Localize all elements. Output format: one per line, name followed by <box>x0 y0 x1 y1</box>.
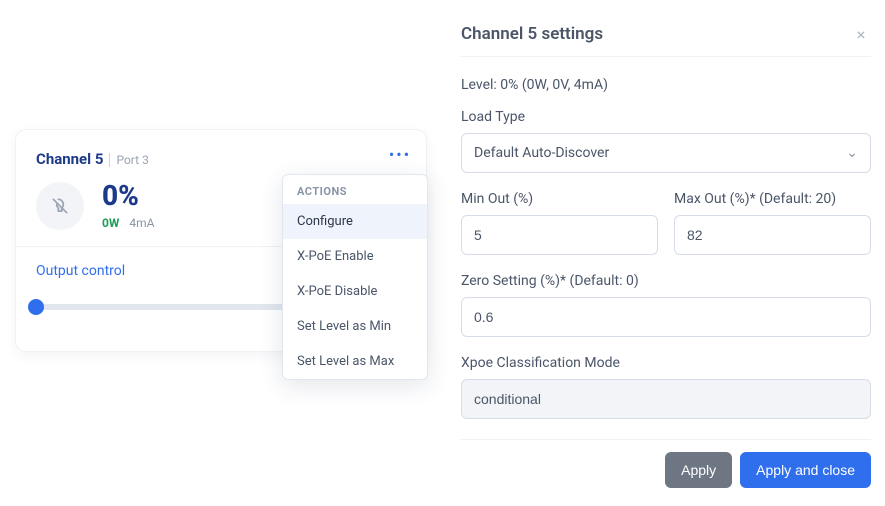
channel-current: 4mA <box>129 216 154 230</box>
settings-panel: Channel 5 settings × Level: 0% (0W, 0V, … <box>461 24 871 488</box>
channel-percent: 0% <box>102 182 155 210</box>
action-configure[interactable]: Configure <box>283 204 427 239</box>
slider-thumb-icon[interactable] <box>28 299 44 315</box>
zero-setting-input[interactable] <box>461 297 871 337</box>
load-type-value: Default Auto-Discover <box>474 145 609 161</box>
xpoe-mode-label: Xpoe Classification Mode <box>461 355 871 371</box>
action-set-level-min[interactable]: Set Level as Min <box>283 309 427 344</box>
min-out-label: Min Out (%) <box>461 191 658 207</box>
more-actions-button[interactable]: ••• <box>388 144 412 168</box>
max-out-label: Max Out (%)* (Default: 20) <box>674 191 871 207</box>
actions-menu: ACTIONS Configure X-PoE Enable X-PoE Dis… <box>282 174 428 380</box>
load-type-select[interactable]: Default Auto-Discover ⌄ <box>461 133 871 173</box>
panel-footer: Apply Apply and close <box>461 439 871 488</box>
channel-power: 0W <box>102 216 119 230</box>
load-type-label: Load Type <box>461 109 871 125</box>
apply-close-button[interactable]: Apply and close <box>740 452 871 488</box>
action-set-level-max[interactable]: Set Level as Max <box>283 344 427 379</box>
action-xpoe-disable[interactable]: X-PoE Disable <box>283 274 427 309</box>
actions-menu-heading: ACTIONS <box>283 175 427 204</box>
channel-title: Channel 5 <box>36 150 103 168</box>
action-xpoe-enable[interactable]: X-PoE Enable <box>283 239 427 274</box>
card-header: Channel 5 Port 3 <box>36 150 406 168</box>
chevron-down-icon: ⌄ <box>846 145 858 161</box>
panel-title: Channel 5 settings <box>461 24 603 44</box>
min-out-input[interactable] <box>461 215 658 255</box>
close-button[interactable]: × <box>851 25 871 44</box>
dots-horizontal-icon: ••• <box>389 145 411 164</box>
xpoe-mode-input <box>461 379 871 419</box>
light-off-icon <box>36 182 84 230</box>
level-readout: Level: 0% (0W, 0V, 4mA) <box>461 77 871 93</box>
close-icon: × <box>857 25 866 44</box>
apply-button[interactable]: Apply <box>665 452 732 488</box>
zero-setting-label: Zero Setting (%)* (Default: 0) <box>461 273 871 289</box>
panel-header: Channel 5 settings × <box>461 24 871 57</box>
channel-port: Port 3 <box>109 153 148 167</box>
max-out-input[interactable] <box>674 215 871 255</box>
channel-stat-values: 0% 0W 4mA <box>102 182 155 230</box>
